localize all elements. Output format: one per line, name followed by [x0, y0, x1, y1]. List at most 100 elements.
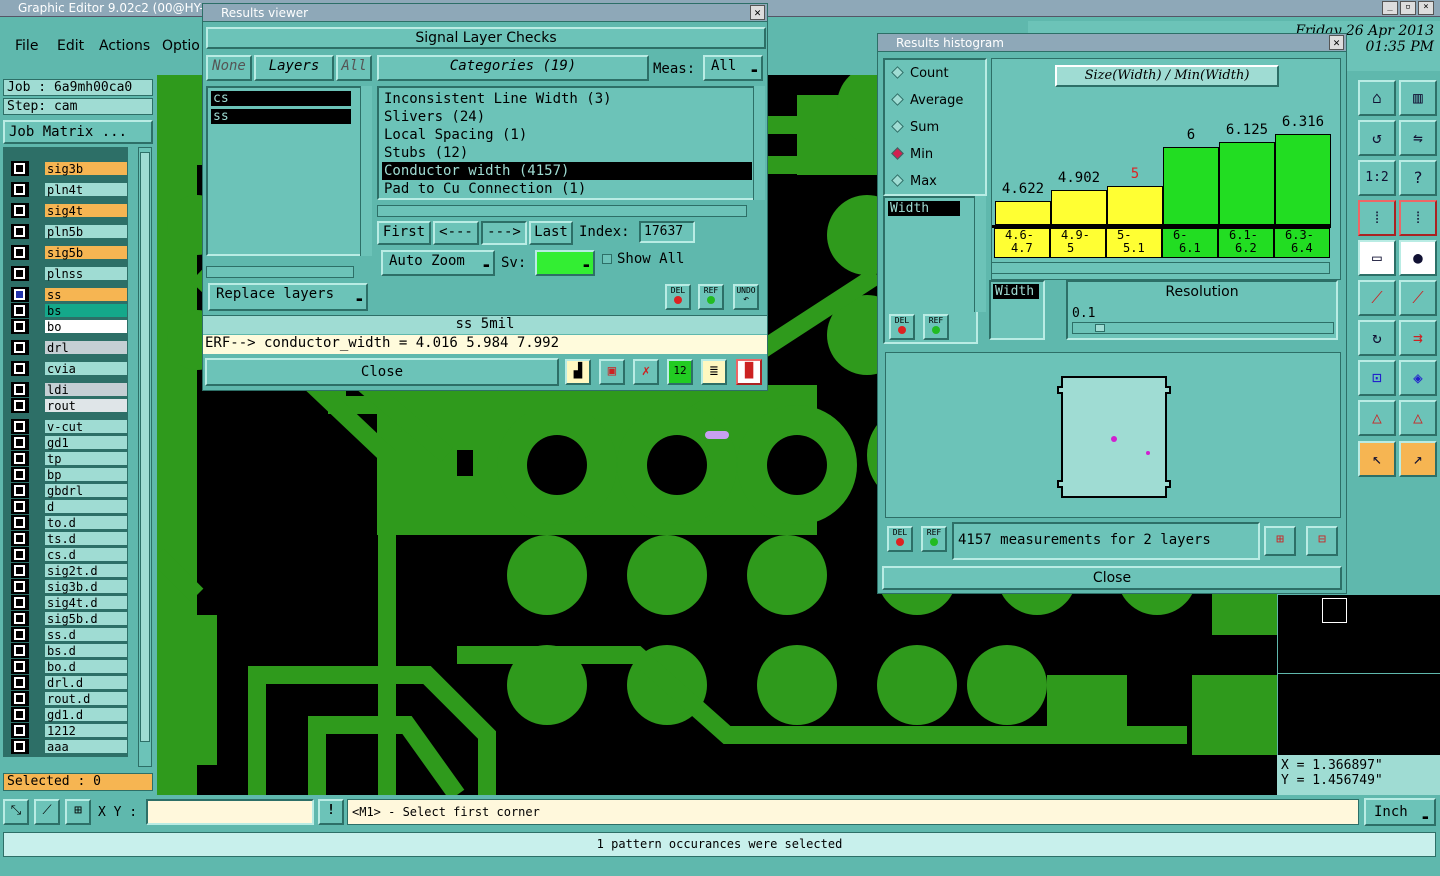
index-input[interactable]: 17637 — [639, 221, 695, 243]
layer-checkbox[interactable] — [14, 400, 25, 411]
layout-icon[interactable]: ▥ — [1399, 80, 1437, 116]
categories-hscroll[interactable] — [377, 205, 747, 217]
radio-min[interactable]: Min — [891, 147, 933, 162]
xy-input[interactable] — [146, 799, 314, 825]
remove-icon[interactable]: ✗ — [633, 359, 659, 385]
menu-file[interactable]: File — [15, 38, 38, 54]
notes-icon[interactable]: ≣ — [701, 359, 727, 385]
zoom-fit-icon[interactable]: ⤡ — [3, 799, 29, 825]
categories-scrollbar[interactable] — [753, 86, 765, 200]
rotate-icon[interactable]: ↺ — [1358, 120, 1396, 156]
layer-row[interactable]: cvia — [11, 361, 129, 376]
layer-row[interactable]: ss — [11, 287, 129, 302]
layer-checkbox[interactable] — [14, 549, 25, 560]
measure-icon[interactable]: ⊡ — [1358, 360, 1396, 396]
replace-layers-select[interactable]: Replace layers ▬ — [208, 283, 368, 311]
layer-checkbox[interactable] — [14, 725, 25, 736]
resolution-slider-handle[interactable] — [1095, 324, 1105, 332]
line-icon[interactable]: ⟋ — [1358, 280, 1396, 316]
layer-checkbox[interactable] — [14, 709, 25, 720]
category-item[interactable]: Inconsistent Line Width (3) — [382, 90, 752, 108]
layer-row[interactable]: pln5b — [11, 224, 129, 239]
next-button[interactable]: ---> — [481, 221, 527, 245]
layer-checkbox[interactable] — [14, 533, 25, 544]
close-icon[interactable]: × — [1418, 1, 1434, 15]
maximize-icon[interactable]: ▫ — [1400, 1, 1416, 15]
shapes-icon[interactable]: ◈ — [1399, 360, 1437, 396]
home-icon[interactable]: ⌂ — [1358, 80, 1396, 116]
measure-scrollbar[interactable] — [974, 196, 986, 312]
layer-checkbox[interactable] — [14, 437, 25, 448]
import-icon[interactable]: ⊟ — [1306, 526, 1338, 556]
layer-row[interactable]: gbdrl — [11, 483, 129, 498]
layer-row[interactable]: sig3b — [11, 161, 129, 176]
layers-scrollbar[interactable] — [360, 86, 372, 256]
layer-row[interactable]: aaa — [11, 739, 129, 754]
layer-row[interactable]: plnss — [11, 266, 129, 281]
close-button[interactable]: Close — [205, 358, 559, 386]
layer-row[interactable]: sig4t — [11, 203, 129, 218]
histogram-bar[interactable] — [1051, 190, 1107, 225]
category-item[interactable]: Stubs (12) — [382, 144, 752, 162]
radio-sum[interactable]: Sum — [891, 120, 939, 135]
layer-checkbox[interactable] — [14, 565, 25, 576]
layers-list[interactable]: cs ss — [206, 86, 366, 256]
layer-checkbox[interactable] — [14, 597, 25, 608]
layer-item-ss[interactable]: ss — [211, 109, 351, 124]
export-icon[interactable]: ⊞ — [1264, 526, 1296, 556]
layer-row[interactable]: cs.d — [11, 547, 129, 562]
layer-row[interactable]: sig3b.d — [11, 579, 129, 594]
stats-icon[interactable]: ▟ — [565, 359, 591, 385]
layer-checkbox[interactable] — [14, 247, 25, 258]
layer-row[interactable]: drl — [11, 340, 129, 355]
layer-row[interactable]: sig2t.d — [11, 563, 129, 578]
layer-checkbox[interactable] — [14, 163, 25, 174]
categories-button[interactable]: Categories (19) — [377, 55, 649, 81]
histogram-icon[interactable]: ▐▌ — [736, 359, 762, 385]
layers-hscroll[interactable] — [206, 266, 354, 278]
layer-row[interactable]: bs.d — [11, 643, 129, 658]
layer-row[interactable]: bo — [11, 319, 129, 334]
circle-icon[interactable]: ● — [1399, 240, 1437, 276]
layer-row[interactable]: bs — [11, 303, 129, 318]
layer-list-scrollbar[interactable] — [138, 147, 152, 767]
layer-checkbox[interactable] — [14, 384, 25, 395]
all-button[interactable]: All — [336, 55, 372, 81]
layer-checkbox[interactable] — [14, 184, 25, 195]
last-button[interactable]: Last — [529, 221, 573, 245]
layer-checkbox[interactable] — [14, 613, 25, 624]
layer-row[interactable]: rout.d — [11, 691, 129, 706]
mirror-icon[interactable]: ⇋ — [1399, 120, 1437, 156]
layers-button[interactable]: Layers — [254, 55, 334, 81]
layer-row[interactable]: drl.d — [11, 675, 129, 690]
category-item[interactable]: Pad to Cu Connection (1) — [382, 180, 752, 198]
report-icon[interactable]: ▣ — [599, 359, 625, 385]
layer-row[interactable]: ss.d — [11, 627, 129, 642]
preview-del-button[interactable]: DEL — [887, 526, 913, 552]
histogram-bar[interactable] — [1219, 142, 1275, 225]
layer-checkbox[interactable] — [14, 677, 25, 688]
layer-checkbox[interactable] — [14, 581, 25, 592]
layer-row[interactable]: gd1.d — [11, 707, 129, 722]
layer-checkbox[interactable] — [14, 741, 25, 752]
meas-select[interactable]: All ▬ — [703, 55, 763, 81]
layer-checkbox[interactable] — [14, 485, 25, 496]
close-icon[interactable]: ✕ — [1329, 35, 1344, 50]
menu-actions[interactable]: Actions — [99, 38, 150, 54]
angle-icon[interactable]: △ — [1358, 400, 1396, 436]
units-select[interactable]: Inch ▬ — [1364, 798, 1436, 826]
none-button[interactable]: None — [206, 55, 252, 81]
histogram-bar[interactable] — [995, 201, 1051, 225]
del-button[interactable]: DEL — [665, 284, 691, 310]
histogram-bar[interactable] — [1163, 147, 1219, 225]
layer-row[interactable]: sig5b — [11, 245, 129, 260]
hist-del-button[interactable]: DEL — [889, 314, 915, 340]
show-all-checkbox[interactable] — [602, 254, 612, 264]
layer-row[interactable]: pln4t — [11, 182, 129, 197]
select-icon[interactable]: ↖ — [1358, 441, 1396, 477]
scale-icon[interactable]: 1:2 — [1358, 160, 1396, 196]
layer-checkbox[interactable] — [14, 363, 25, 374]
resolution-slider[interactable] — [1072, 322, 1334, 334]
layer-row[interactable]: bo.d — [11, 659, 129, 674]
categories-list[interactable]: Inconsistent Line Width (3) Slivers (24) L… — [377, 86, 757, 200]
